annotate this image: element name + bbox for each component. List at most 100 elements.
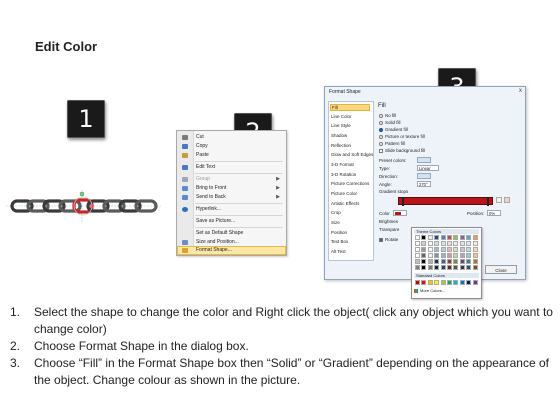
theme-color-swatch[interactable]	[466, 241, 472, 246]
theme-color-swatch[interactable]	[453, 241, 459, 246]
no-fill-option[interactable]: No fill	[379, 113, 396, 118]
menu-item-send-to-back[interactable]: Send to Back ▶	[177, 193, 286, 202]
nav-item-line-style[interactable]: Line Style	[331, 123, 351, 128]
theme-color-swatch[interactable]	[459, 235, 465, 240]
standard-color-swatch[interactable]	[415, 280, 420, 285]
nav-item-shadow[interactable]: Shadow	[331, 133, 347, 138]
menu-item-hyperlink[interactable]: Hyperlink...	[177, 205, 286, 214]
theme-color-swatch[interactable]	[421, 265, 427, 270]
nav-item-line-color[interactable]: Line Color	[331, 114, 352, 119]
theme-color-swatch[interactable]	[434, 247, 440, 252]
menu-item-group[interactable]: Group ▶	[177, 175, 286, 184]
theme-color-swatch[interactable]	[421, 259, 427, 264]
theme-color-swatch[interactable]	[466, 253, 472, 258]
theme-color-swatch[interactable]	[453, 265, 459, 270]
standard-color-swatch[interactable]	[421, 280, 427, 285]
theme-color-swatch[interactable]	[415, 235, 420, 240]
nav-item-alt-text[interactable]: Alt Text	[331, 249, 346, 254]
theme-color-swatch[interactable]	[434, 265, 440, 270]
theme-color-swatch[interactable]	[466, 265, 472, 270]
position-input[interactable]: 0%	[487, 210, 501, 216]
menu-item-format-shape[interactable]: Format Shape...	[177, 246, 286, 255]
theme-color-swatch[interactable]	[434, 259, 440, 264]
standard-color-swatch[interactable]	[447, 280, 452, 285]
theme-color-swatch[interactable]	[447, 235, 452, 240]
theme-color-swatch[interactable]	[415, 241, 420, 246]
theme-color-swatch[interactable]	[447, 265, 452, 270]
theme-color-swatch[interactable]	[440, 259, 446, 264]
theme-color-swatch[interactable]	[466, 235, 472, 240]
theme-color-swatch[interactable]	[453, 235, 459, 240]
direction-dropdown[interactable]	[417, 173, 431, 179]
add-stop-button[interactable]	[496, 197, 502, 203]
theme-color-swatch[interactable]	[447, 253, 452, 258]
menu-item-set-default-shape[interactable]: Set as Default Shape	[177, 229, 286, 238]
theme-color-swatch[interactable]	[427, 253, 433, 258]
theme-color-swatch[interactable]	[427, 259, 433, 264]
gradient-stops-bar[interactable]	[398, 197, 493, 206]
theme-color-swatch[interactable]	[472, 265, 478, 270]
theme-color-swatch[interactable]	[472, 253, 478, 258]
nav-item-glow[interactable]: Glow and Soft Edges	[331, 152, 373, 157]
theme-color-swatch[interactable]	[427, 247, 433, 252]
standard-color-swatch[interactable]	[434, 280, 440, 285]
theme-color-swatch[interactable]	[415, 259, 420, 264]
solid-fill-option[interactable]: Solid fill	[379, 120, 401, 125]
nav-item-3d-rotation[interactable]: 3-D Rotation	[331, 172, 356, 177]
theme-color-swatch[interactable]	[434, 253, 440, 258]
theme-color-swatch[interactable]	[434, 241, 440, 246]
menu-item-edit-text[interactable]: Edit Text	[177, 163, 286, 172]
standard-color-swatch[interactable]	[472, 280, 478, 285]
nav-item-reflection[interactable]: Reflection	[331, 143, 351, 148]
theme-color-swatch[interactable]	[472, 235, 478, 240]
theme-color-swatch[interactable]	[427, 265, 433, 270]
standard-color-swatch[interactable]	[466, 280, 472, 285]
remove-stop-button[interactable]	[504, 197, 510, 203]
theme-color-swatch[interactable]	[453, 253, 459, 258]
theme-color-swatch[interactable]	[421, 253, 427, 258]
menu-item-cut[interactable]: Cut	[177, 133, 286, 142]
nav-item-position[interactable]: Position	[331, 230, 347, 235]
standard-color-swatch[interactable]	[453, 280, 459, 285]
slide-background-option[interactable]: Slide background fill	[379, 148, 425, 153]
theme-color-swatch[interactable]	[415, 253, 420, 258]
gradient-fill-option[interactable]: Gradient fill	[379, 127, 408, 132]
theme-color-swatch[interactable]	[427, 241, 433, 246]
theme-color-swatch[interactable]	[421, 235, 427, 240]
theme-color-swatch[interactable]	[440, 253, 446, 258]
color-picker-button[interactable]	[393, 210, 407, 216]
theme-color-swatch[interactable]	[440, 247, 446, 252]
theme-color-swatch[interactable]	[459, 265, 465, 270]
theme-color-swatch[interactable]	[427, 235, 433, 240]
theme-color-swatch[interactable]	[459, 253, 465, 258]
rotate-with-shape-option[interactable]: Rotate	[379, 237, 398, 242]
theme-color-swatch[interactable]	[434, 235, 440, 240]
nav-item-fill[interactable]: Fill	[330, 104, 370, 111]
menu-item-bring-to-front[interactable]: Bring to Front ▶	[177, 184, 286, 193]
nav-item-artistic-effects[interactable]: Artistic Effects	[331, 201, 359, 206]
menu-item-copy[interactable]: Copy	[177, 142, 286, 151]
theme-color-swatch[interactable]	[472, 259, 478, 264]
nav-item-text-box[interactable]: Text Box	[331, 239, 348, 244]
theme-color-swatch[interactable]	[472, 247, 478, 252]
theme-color-swatch[interactable]	[459, 259, 465, 264]
standard-color-swatch[interactable]	[427, 280, 433, 285]
theme-color-swatch[interactable]	[415, 265, 420, 270]
preset-colors-dropdown[interactable]	[417, 157, 431, 163]
standard-color-swatch[interactable]	[440, 280, 446, 285]
nav-item-3d-format[interactable]: 3-D Format	[331, 162, 354, 167]
nav-item-picture-color[interactable]: Picture Color	[331, 191, 357, 196]
more-colors-link[interactable]: More Colors...	[420, 288, 445, 293]
pattern-fill-option[interactable]: Pattern fill	[379, 141, 405, 146]
theme-color-swatch[interactable]	[440, 265, 446, 270]
theme-color-swatch[interactable]	[453, 259, 459, 264]
menu-item-save-as-picture[interactable]: Save as Picture...	[177, 217, 286, 226]
theme-color-swatch[interactable]	[472, 241, 478, 246]
angle-input[interactable]: 270°	[417, 181, 431, 187]
picture-fill-option[interactable]: Picture or texture fill	[379, 134, 425, 139]
chain-image[interactable]	[6, 190, 162, 222]
standard-color-swatch[interactable]	[459, 280, 465, 285]
dialog-close-icon[interactable]: x	[519, 88, 522, 94]
theme-color-swatch[interactable]	[421, 247, 427, 252]
theme-color-swatch[interactable]	[447, 241, 452, 246]
